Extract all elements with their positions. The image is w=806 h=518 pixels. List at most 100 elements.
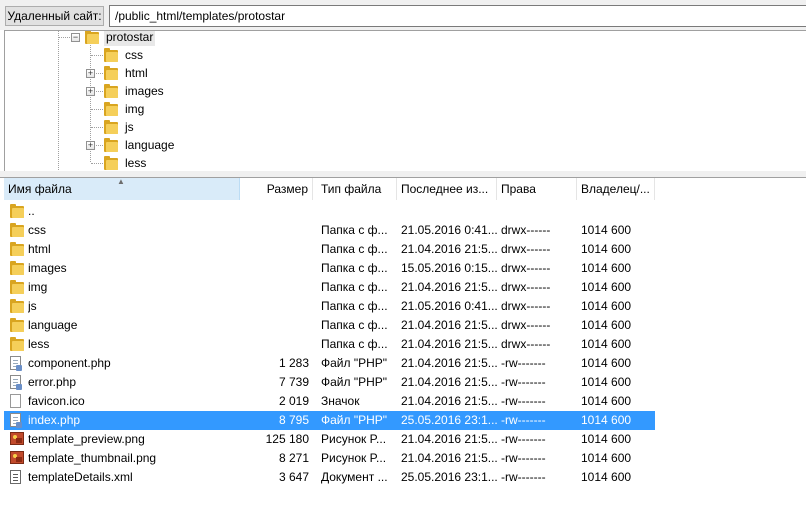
file-row[interactable]: html Папка с ф... 21.04.2016 21:5... drwx--… bbox=[4, 240, 655, 259]
file-owner: 1014 600 bbox=[581, 337, 632, 351]
folder-icon bbox=[10, 240, 26, 259]
tree-node-label: images bbox=[125, 84, 164, 98]
file-type: Папка с ф... bbox=[321, 261, 388, 275]
column-header-size[interactable]: Размер bbox=[240, 178, 313, 200]
file-owner: 1014 600 bbox=[581, 280, 632, 294]
tree-node[interactable]: js bbox=[86, 118, 206, 136]
file-name: error.php bbox=[28, 375, 77, 389]
file-row[interactable]: css Папка с ф... 21.05.2016 0:41... drwx---… bbox=[4, 221, 655, 240]
column-header-permissions[interactable]: Права bbox=[497, 178, 577, 200]
file-permissions: drwx------ bbox=[501, 337, 551, 351]
file-permissions: -rw------- bbox=[501, 451, 546, 465]
file-type: Рисунок P... bbox=[321, 451, 387, 465]
file-owner: 1014 600 bbox=[581, 451, 632, 465]
file-row[interactable]: error.php 7 739 Файл "PHP" 21.04.2016 21:5.… bbox=[4, 373, 655, 392]
file-row[interactable]: template_thumbnail.png 8 271 Рисунок P... 2… bbox=[4, 449, 655, 468]
pane-splitter[interactable] bbox=[0, 171, 806, 178]
file-owner: 1014 600 bbox=[581, 375, 632, 389]
file-modified: 21.04.2016 21:5... bbox=[401, 318, 497, 332]
folder-icon bbox=[104, 154, 118, 171]
file-name: img bbox=[28, 280, 48, 294]
file-modified: 21.04.2016 21:5... bbox=[401, 375, 497, 389]
tree-node-label: language bbox=[125, 138, 175, 152]
file-owner: 1014 600 bbox=[581, 356, 632, 370]
expand-icon[interactable]: + bbox=[86, 69, 95, 78]
tree-node[interactable]: + images bbox=[86, 82, 206, 100]
file-size: 125 180 bbox=[265, 432, 309, 446]
file-size bbox=[240, 259, 309, 278]
file-modified: 21.04.2016 21:5... bbox=[401, 242, 497, 256]
expand-icon[interactable]: + bbox=[86, 141, 95, 150]
tree-node[interactable]: less bbox=[86, 154, 206, 171]
collapse-icon[interactable]: − bbox=[71, 33, 80, 42]
file-size: 7 739 bbox=[278, 375, 309, 389]
file-row[interactable]: templateDetails.xml 3 647 Документ ... 25.0… bbox=[4, 468, 655, 487]
file-modified: 21.04.2016 21:5... bbox=[401, 356, 497, 370]
tree-node[interactable]: css bbox=[86, 46, 206, 64]
tree-node-root[interactable]: − protostar bbox=[71, 31, 191, 46]
file-permissions: -rw------- bbox=[501, 470, 546, 484]
folder-icon bbox=[10, 297, 26, 316]
folder-icon bbox=[10, 316, 26, 335]
file-row[interactable]: .. bbox=[4, 202, 655, 221]
file-name: css bbox=[28, 223, 46, 237]
file-owner: 1014 600 bbox=[581, 470, 632, 484]
file-row[interactable]: template_preview.png 125 180 Рисунок P... 2… bbox=[4, 430, 655, 449]
tree-node[interactable]: + html bbox=[86, 64, 206, 82]
file-row[interactable]: index.php 8 795 Файл "PHP" 25.05.2016 23:1.… bbox=[4, 411, 655, 430]
remote-site-bar: Удаленный сайт: /public_html/templates/p… bbox=[0, 0, 806, 30]
file-modified: 21.05.2016 0:41... bbox=[401, 299, 497, 313]
file-permissions: -rw------- bbox=[501, 432, 546, 446]
file-size: 8 271 bbox=[278, 451, 309, 465]
file-row[interactable]: less Папка с ф... 21.04.2016 21:5... drwx--… bbox=[4, 335, 655, 354]
file-row[interactable]: language Папка с ф... 21.04.2016 21:5... dr… bbox=[4, 316, 655, 335]
file-size bbox=[240, 278, 309, 297]
file-type bbox=[321, 202, 393, 221]
tree-node-label: css bbox=[125, 48, 143, 62]
file-type: Файл "PHP" bbox=[321, 413, 388, 427]
tree-node-label: img bbox=[125, 102, 145, 116]
column-header-owner[interactable]: Владелец/... bbox=[577, 178, 655, 200]
file-modified: 21.05.2016 0:41... bbox=[401, 223, 497, 237]
file-type: Значок bbox=[321, 394, 360, 408]
remote-path-input[interactable]: /public_html/templates/protostar bbox=[109, 5, 806, 27]
folder-icon bbox=[104, 100, 118, 118]
file-permissions: -rw------- bbox=[501, 356, 546, 370]
tree-node-label: less bbox=[125, 156, 147, 170]
file-size bbox=[240, 297, 309, 316]
file-modified bbox=[401, 202, 497, 221]
expand-icon[interactable]: + bbox=[86, 87, 95, 96]
tree-guide-line bbox=[58, 37, 72, 38]
file-row[interactable]: images Папка с ф... 15.05.2016 0:15... drwx… bbox=[4, 259, 655, 278]
file-owner: 1014 600 bbox=[581, 413, 632, 427]
file-row[interactable]: favicon.ico 2 019 Значок 21.04.2016 21:5...… bbox=[4, 392, 655, 411]
tree-node[interactable]: + language bbox=[86, 136, 206, 154]
folder-icon bbox=[10, 335, 26, 354]
file-size bbox=[240, 316, 309, 335]
file-size bbox=[240, 335, 309, 354]
file-size bbox=[240, 240, 309, 259]
file-size: 1 283 bbox=[278, 356, 309, 370]
php-file-icon bbox=[10, 354, 26, 373]
folder-icon bbox=[104, 136, 118, 154]
folder-icon bbox=[104, 46, 118, 64]
file-row[interactable]: component.php 1 283 Файл "PHP" 21.04.2016 2… bbox=[4, 354, 655, 373]
xml-file-icon bbox=[10, 468, 26, 487]
php-file-icon bbox=[10, 373, 26, 392]
file-permissions: drwx------ bbox=[501, 261, 551, 275]
column-header-name[interactable]: ▲ Имя файла bbox=[4, 178, 240, 200]
file-name: language bbox=[28, 318, 78, 332]
file-list[interactable]: .. css Папка с ф... 21.05.2016 0:41... drwx-… bbox=[4, 200, 806, 518]
file-row[interactable]: img Папка с ф... 21.04.2016 21:5... drwx---… bbox=[4, 278, 655, 297]
folder-icon bbox=[104, 82, 118, 100]
file-row[interactable]: js Папка с ф... 21.05.2016 0:41... drwx----… bbox=[4, 297, 655, 316]
folder-icon bbox=[10, 221, 26, 240]
file-modified: 15.05.2016 0:15... bbox=[401, 261, 497, 275]
column-header-modified[interactable]: Последнее из... bbox=[397, 178, 497, 200]
folder-icon bbox=[10, 278, 26, 297]
column-header-label: Владелец/... bbox=[581, 182, 650, 196]
tree-node[interactable]: img bbox=[86, 100, 206, 118]
directory-tree[interactable]: − protostar css + html + images img js + languag… bbox=[4, 30, 806, 171]
column-header-type[interactable]: Тип файла bbox=[317, 178, 397, 200]
file-owner: 1014 600 bbox=[581, 394, 632, 408]
